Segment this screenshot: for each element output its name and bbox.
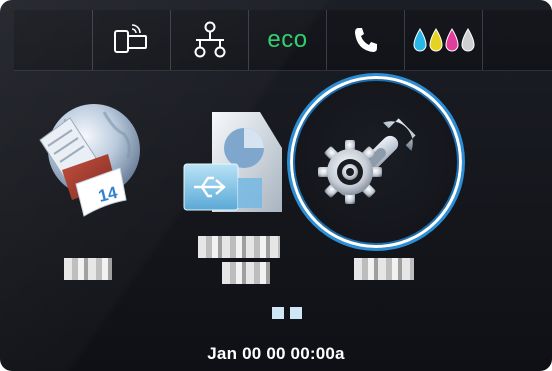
- page-indicator-2[interactable]: [290, 307, 302, 319]
- wireless-direct-button[interactable]: [92, 10, 170, 70]
- ink-levels-button[interactable]: [404, 10, 483, 70]
- setup-wrench-gear-icon: [318, 118, 416, 204]
- network-button[interactable]: [170, 10, 248, 70]
- setup-app-tile[interactable]: [316, 102, 436, 214]
- copy-scan-app-label-line1: [198, 236, 280, 258]
- eco-button[interactable]: eco: [248, 10, 326, 70]
- calendar-globe-icon: 14: [39, 104, 140, 217]
- setup-app-label: [354, 258, 414, 280]
- network-icon: [194, 21, 225, 58]
- copy-scan-icon: [183, 112, 282, 212]
- phone-button[interactable]: [326, 10, 404, 70]
- wireless-direct-icon: [113, 24, 147, 53]
- copy-scan-app-label-line2: [222, 262, 270, 284]
- status-bar: eco: [14, 10, 552, 71]
- eco-icon: eco: [267, 26, 308, 53]
- phone-icon: [354, 28, 377, 52]
- datetime-readout: Jan 00 00 00:00a: [207, 344, 345, 363]
- ink-levels-icon: [412, 28, 475, 52]
- calendar-app-label: [64, 258, 112, 280]
- page-indicator-1[interactable]: [272, 307, 284, 319]
- copy-scan-app-tile[interactable]: [182, 108, 286, 216]
- printer-home-screen: eco 14 Jan 00 00 00:00a: [0, 0, 552, 371]
- calendar-app-tile[interactable]: 14: [34, 100, 146, 220]
